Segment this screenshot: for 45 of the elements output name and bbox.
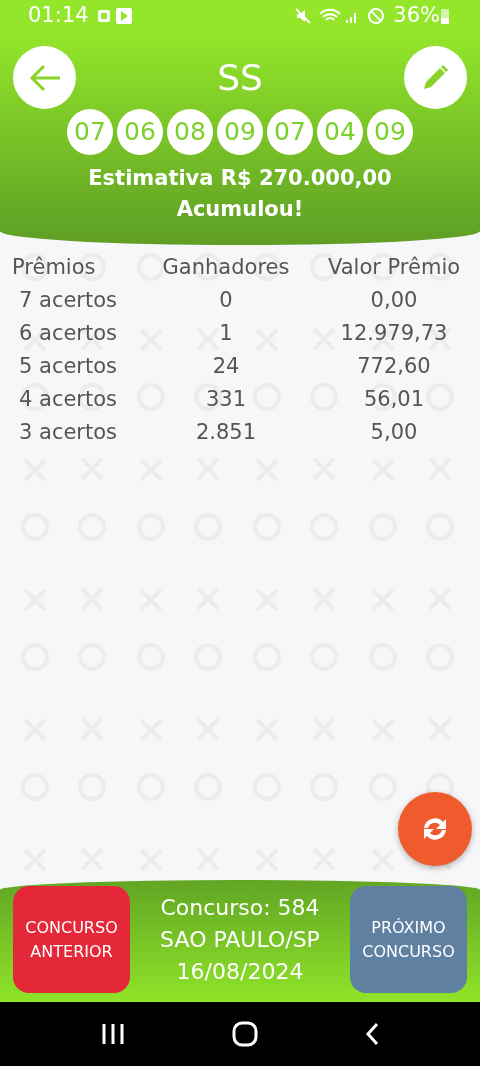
- number-ball: 07: [67, 109, 113, 155]
- back-icon[interactable]: [364, 1022, 379, 1046]
- draw-title: SS: [217, 59, 263, 96]
- draw-info: 16/08/2024: [175, 957, 305, 986]
- table-cell-text: 772,60: [356, 353, 432, 380]
- table-cell-text: 56,01: [362, 386, 426, 413]
- table-cell-text: 6 acertos: [18, 320, 119, 347]
- table-cell-text: 331: [204, 386, 248, 413]
- table-cell-text: 1: [218, 320, 234, 347]
- recent-apps-icon[interactable]: [101, 1023, 126, 1045]
- number-ball: 09: [217, 109, 263, 155]
- column-header: Valor Prêmio: [326, 254, 462, 281]
- table-cell-text: 5 acertos: [18, 353, 119, 380]
- table-cell-text: 7 acertos: [18, 287, 119, 314]
- previous-draw-button[interactable]: CONCURSO ANTERIOR: [13, 886, 130, 993]
- notification-icon: [96, 9, 111, 23]
- do-not-disturb-icon: [367, 7, 386, 25]
- draw-info: Concurso: 584: [160, 893, 320, 922]
- battery-percent: 36%: [393, 2, 440, 30]
- refresh-button[interactable]: [398, 792, 472, 866]
- draw-info: SAO PAULO/SP: [160, 925, 320, 954]
- table-cell-text: 4 acertos: [18, 386, 119, 413]
- table-cell-text: 2.851: [194, 419, 258, 446]
- table-cell-text: 0,00: [369, 287, 419, 314]
- play-icon: [114, 7, 133, 25]
- table-cell-text: 12.979,73: [339, 320, 449, 347]
- table-cell-text: 3 acertos: [18, 419, 119, 446]
- battery-icon: [440, 7, 450, 25]
- home-icon[interactable]: [232, 1021, 258, 1047]
- status-time: 01:14: [28, 2, 89, 30]
- table-cell-text: 5,00: [369, 419, 419, 446]
- number-ball: 07: [267, 109, 313, 155]
- number-ball: 06: [117, 109, 163, 155]
- number-ball: 04: [317, 109, 363, 155]
- prize-estimate: Estimativa R$ 270.000,00: [87, 165, 393, 192]
- next-draw-button[interactable]: PRÓXIMO CONCURSO: [350, 886, 467, 993]
- mute-icon: [295, 8, 312, 24]
- arrow-left-icon: [27, 62, 62, 93]
- table-cell-text: 24: [211, 353, 241, 380]
- number-ball: 08: [167, 109, 213, 155]
- column-header: Ganhadores: [161, 254, 291, 281]
- draw-result: Acumulou!: [175, 196, 305, 223]
- column-header: Prêmios: [12, 254, 97, 281]
- number-ball: 09: [367, 109, 413, 155]
- table-cell-text: 0: [218, 287, 234, 314]
